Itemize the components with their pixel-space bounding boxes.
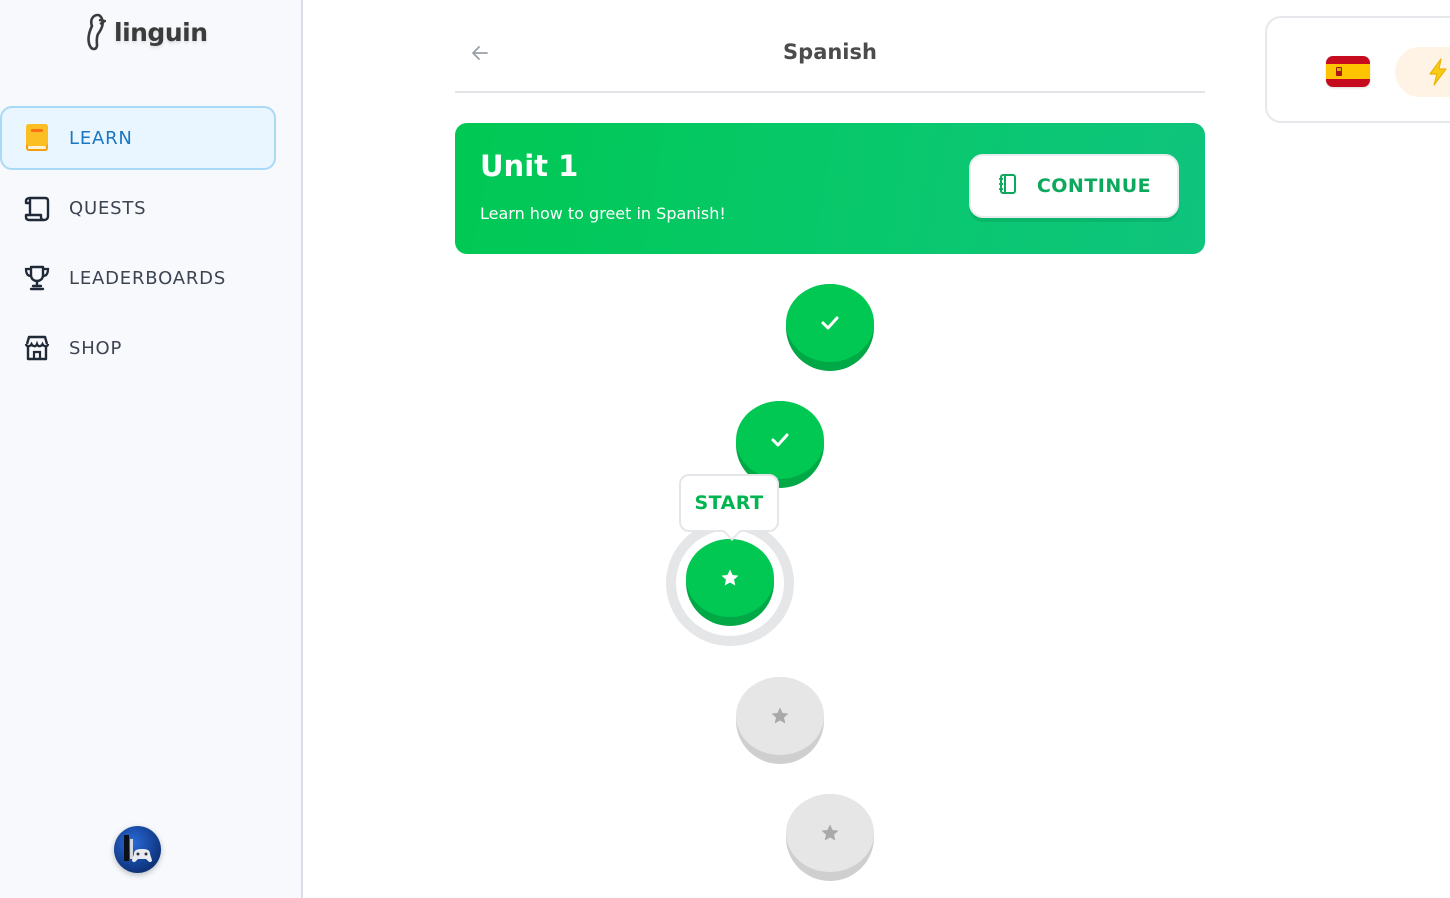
logo-text: linguin xyxy=(114,17,208,47)
lightning-icon xyxy=(1429,58,1447,86)
penguin-logo-icon xyxy=(87,13,107,51)
page-title: Spanish xyxy=(783,40,877,64)
sidebar-item-leaderboards[interactable]: LEADERBOARDS xyxy=(0,246,276,310)
lesson-node-locked[interactable] xyxy=(786,794,874,881)
check-icon xyxy=(821,316,839,330)
continue-button[interactable]: CONTINUE xyxy=(969,154,1179,218)
sidebar-item-shop[interactable]: SHOP xyxy=(0,316,276,380)
lesson-node-current[interactable] xyxy=(686,539,774,626)
logo[interactable]: linguin xyxy=(84,12,208,52)
store-icon xyxy=(22,333,52,363)
energy-counter[interactable] xyxy=(1395,47,1450,97)
avatar[interactable] xyxy=(114,826,161,873)
spain-flag-icon[interactable] xyxy=(1326,56,1370,87)
sidebar-item-label: LEADERBOARDS xyxy=(69,267,227,289)
start-label: START xyxy=(694,492,764,514)
lesson-node-locked[interactable] xyxy=(736,677,824,764)
unit-title: Unit 1 xyxy=(480,149,579,183)
sidebar-item-learn[interactable]: LEARN xyxy=(0,106,276,170)
unit-banner: Unit 1 Learn how to greet in Spanish! CO… xyxy=(455,123,1205,254)
sidebar-item-label: SHOP xyxy=(69,337,123,359)
book-icon xyxy=(22,123,52,153)
game-controller-avatar xyxy=(124,835,152,863)
trophy-icon xyxy=(22,263,52,293)
sidebar-item-label: LEARN xyxy=(69,127,133,149)
sidebar-item-quests[interactable]: QUESTS xyxy=(0,176,276,240)
unit-subtitle: Learn how to greet in Spanish! xyxy=(480,204,726,223)
start-tooltip[interactable]: START xyxy=(679,474,779,532)
lesson-node-completed[interactable] xyxy=(786,284,874,371)
check-icon xyxy=(771,433,789,447)
lesson-header: Spanish xyxy=(455,16,1205,93)
scroll-icon xyxy=(22,193,52,223)
notebook-icon xyxy=(997,173,1019,199)
sidebar: linguin LEARN QUESTS LEADERBOARDS SHOP xyxy=(0,0,303,898)
star-icon xyxy=(721,569,739,586)
star-icon xyxy=(771,707,789,724)
continue-label: CONTINUE xyxy=(1036,175,1152,197)
star-icon xyxy=(821,824,839,841)
stats-panel xyxy=(1265,16,1450,123)
sidebar-item-label: QUESTS xyxy=(69,197,147,219)
